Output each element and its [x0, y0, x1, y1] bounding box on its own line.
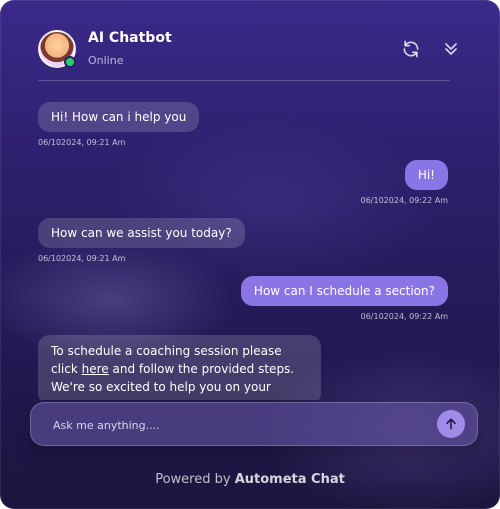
message-bubble: Hi!: [404, 160, 448, 190]
message-bot: How can we assist you today? 06/102024, …: [38, 218, 245, 263]
online-status-dot: [64, 56, 76, 68]
chat-header: AI Chatbot Online: [38, 26, 462, 82]
brand-name: Autometa Chat: [234, 472, 345, 487]
message-bot: Hi! How can i help you 06/102024, 09:21 …: [38, 102, 200, 147]
message-input[interactable]: [51, 403, 435, 447]
schedule-link[interactable]: here: [82, 362, 109, 376]
chatbot-title: AI Chatbot: [88, 30, 172, 46]
powered-by-text: Powered by: [155, 472, 231, 487]
message-bubble: Hi! How can i help you: [38, 102, 200, 132]
chat-widget: AI Chatbot Online Hi! How can i help you…: [0, 0, 500, 509]
message-user: Hi! 06/102024, 09:22 Am: [361, 160, 448, 205]
arrow-up-icon: [446, 418, 456, 430]
message-user: How can I schedule a section? 06/102024,…: [240, 276, 448, 321]
message-timestamp: 06/102024, 09:21 Am: [38, 254, 126, 263]
message-composer: [30, 402, 478, 447]
refresh-icon[interactable]: [400, 38, 422, 60]
header-divider: [38, 80, 450, 81]
message-timestamp: 06/102024, 09:21 Am: [38, 138, 126, 147]
chat-messages: Hi! How can i help you 06/102024, 09:21 …: [38, 100, 448, 400]
message-timestamp: 06/102024, 09:22 Am: [360, 196, 448, 205]
message-bubble: How can we assist you today?: [38, 218, 245, 248]
header-actions: [392, 38, 462, 60]
message-bubble: How can I schedule a section?: [240, 276, 448, 306]
message-bot: To schedule a coaching session please cl…: [38, 335, 321, 400]
message-timestamp: 06/102024, 09:22 Am: [360, 312, 448, 321]
chevron-down-double-icon[interactable]: [440, 38, 462, 60]
powered-by: Powered by Autometa Chat: [0, 472, 500, 487]
chatbot-status: Online: [88, 54, 124, 67]
message-bubble: To schedule a coaching session please cl…: [38, 335, 321, 400]
send-button[interactable]: [437, 410, 465, 438]
